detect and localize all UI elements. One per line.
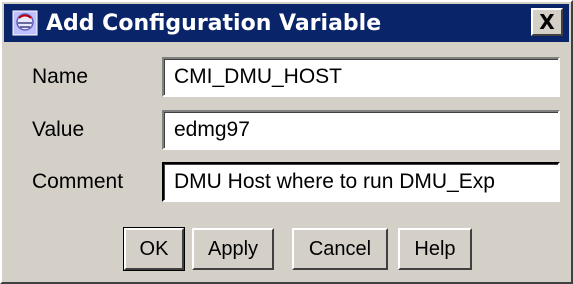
comment-row: Comment [2, 162, 573, 204]
name-row: Name [2, 57, 573, 99]
close-button[interactable]: X [531, 8, 563, 36]
button-bar: OK Apply Cancel Help [2, 227, 573, 272]
close-icon: X [539, 10, 555, 34]
value-row: Value [2, 110, 573, 152]
title-bar[interactable]: Add Configuration Variable X [4, 4, 569, 42]
add-configuration-variable-dialog: Add Configuration Variable X Name Value … [0, 0, 573, 284]
help-button[interactable]: Help [398, 228, 472, 270]
value-label: Value [32, 118, 85, 141]
comment-label: Comment [32, 170, 124, 193]
window-title: Add Configuration Variable [46, 10, 382, 36]
cancel-button[interactable]: Cancel [292, 228, 388, 270]
ok-button[interactable]: OK [123, 227, 185, 271]
name-field[interactable] [162, 57, 560, 97]
app-icon [10, 8, 40, 38]
apply-button[interactable]: Apply [192, 228, 274, 270]
comment-field[interactable] [162, 162, 560, 202]
value-field[interactable] [162, 110, 560, 150]
name-label: Name [32, 65, 89, 88]
